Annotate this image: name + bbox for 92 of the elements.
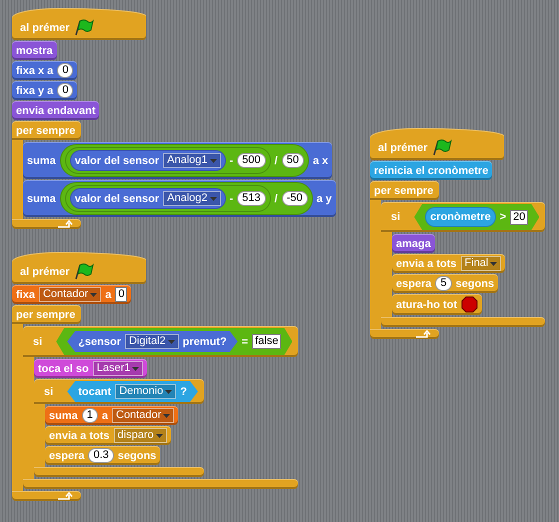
block-label: segons [118, 448, 156, 462]
code-block[interactable]: fixa y a 0 [12, 81, 78, 100]
block-label: suma [27, 154, 56, 168]
number-input[interactable]: 1 [82, 408, 98, 423]
block-label: envia a tots [49, 428, 110, 442]
boolean-block[interactable]: ¿sensor Digital2 premut? [67, 331, 238, 352]
block-label: / [274, 154, 278, 168]
block-label: a [102, 408, 108, 422]
dropdown-menu[interactable]: Contador [38, 287, 102, 302]
block-label: / [274, 192, 278, 206]
code-block[interactable]: envia a tots Final [392, 254, 506, 273]
code-block[interactable]: mostra [12, 41, 57, 60]
reporter-block[interactable]: valor del sensor Analog2 - 513 [64, 185, 271, 212]
number-input[interactable]: 50 [282, 153, 304, 168]
block-label: a y [316, 192, 332, 206]
code-block[interactable]: suma valor del sensor Analog1 - 500 / 50 a x [23, 142, 332, 179]
code-block[interactable]: espera 0.3 segons [45, 446, 160, 465]
block-label: tocant [78, 384, 112, 398]
dropdown-menu[interactable]: Final [460, 256, 502, 271]
if-block[interactable]: si ¿sensor Digital2 premut? = false [23, 326, 298, 357]
block-label: envia endavant [16, 104, 96, 118]
block-label: = [242, 334, 248, 348]
dropdown-menu[interactable]: Digital2 [124, 334, 179, 349]
number-input[interactable]: 0 [57, 63, 74, 78]
block-label: - [230, 154, 234, 168]
block-label: a [105, 288, 112, 302]
block-label: a x [312, 154, 328, 168]
number-input[interactable]: 0 [57, 83, 74, 98]
code-block[interactable]: envia a tots disparo [45, 426, 171, 445]
block-label: - [230, 192, 234, 206]
block-label: amaga [396, 236, 431, 250]
dropdown-menu[interactable]: Contador [112, 408, 174, 423]
dropdown-menu[interactable]: Demonio [115, 384, 176, 399]
reporter-block[interactable]: valor del sensor Analog1 [70, 150, 226, 171]
block-label: espera [396, 276, 432, 290]
block-label: al prémer [378, 140, 428, 154]
number-input[interactable]: 0.3 [88, 448, 114, 463]
block-label: envia a tots [396, 256, 457, 270]
block-label: espera [49, 448, 84, 462]
block-label: valor del sensor [74, 154, 160, 168]
dropdown-menu[interactable]: Laser1 [92, 361, 144, 376]
boolean-block[interactable]: cronòmetre > 20 [414, 204, 540, 230]
number-input[interactable]: 500 [237, 153, 266, 168]
block-label: cronòmetre [430, 210, 491, 224]
code-block[interactable]: amaga [392, 234, 435, 253]
text-input[interactable]: false [252, 334, 282, 349]
block-label: per sempre [374, 184, 434, 198]
number-input[interactable]: 5 [435, 276, 452, 291]
code-block[interactable]: fixa Contador a 0 [12, 285, 132, 304]
reporter-block[interactable]: valor del sensor Analog2 - 513 / -50 [60, 182, 312, 215]
reporter-block[interactable]: valor del sensor Analog1 - 500 / 50 [60, 144, 309, 177]
code-block[interactable]: fixa x a 0 [12, 61, 78, 80]
dropdown-menu[interactable]: Analog1 [163, 153, 220, 168]
block-label: fixa [16, 288, 35, 302]
text-input[interactable]: 0 [115, 287, 128, 302]
block-label: reinicia el cronòmetre [374, 164, 488, 178]
block-label: mostra [16, 44, 53, 58]
text-input[interactable]: 20 [510, 210, 528, 224]
if-block[interactable]: si cronòmetre > 20 [381, 202, 546, 232]
dropdown-menu[interactable]: disparo [114, 428, 167, 443]
code-block[interactable]: envia endavant [12, 101, 100, 120]
block-label: per sempre [16, 308, 76, 322]
block-label: ? [180, 384, 187, 398]
reporter-block[interactable]: valor del sensor Analog2 [70, 188, 226, 209]
block-label: premut? [182, 334, 227, 348]
code-block[interactable]: suma valor del sensor Analog2 - 513 / -50 a y [23, 180, 336, 217]
block-label: toca el so [38, 362, 89, 376]
block-label: segons [456, 276, 494, 290]
code-block[interactable]: toca el so Laser1 [34, 359, 148, 378]
number-input[interactable]: -50 [282, 191, 308, 206]
block-label: > [500, 210, 506, 224]
block-label: fixa y a [16, 84, 54, 98]
block-label: fixa x a [16, 64, 54, 78]
code-block[interactable]: espera 5 segons [392, 274, 498, 293]
block-label: si [33, 334, 42, 348]
block-label: suma [49, 408, 78, 422]
block-label: suma [27, 192, 56, 206]
boolean-block[interactable]: tocant Demonio ? [67, 381, 198, 402]
boolean-block[interactable]: ¿sensor Digital2 premut? = false [56, 328, 292, 355]
number-input[interactable]: 513 [237, 191, 266, 206]
reporter-block[interactable]: valor del sensor Analog1 - 500 [64, 147, 271, 174]
if-block[interactable]: si tocant Demonio ? [34, 379, 204, 404]
block-label: al prémer [20, 20, 70, 34]
block-label: valor del sensor [74, 192, 160, 206]
block-label: si [44, 384, 54, 398]
block-label: al prémer [20, 264, 70, 278]
block-label: atura-ho tot [396, 298, 458, 312]
block-label: si [391, 210, 400, 224]
block-label: ¿sensor [78, 334, 121, 348]
block-label: per sempre [16, 124, 76, 138]
dropdown-menu[interactable]: Analog2 [163, 191, 220, 206]
code-block[interactable]: suma 1 a Contador [45, 406, 178, 425]
